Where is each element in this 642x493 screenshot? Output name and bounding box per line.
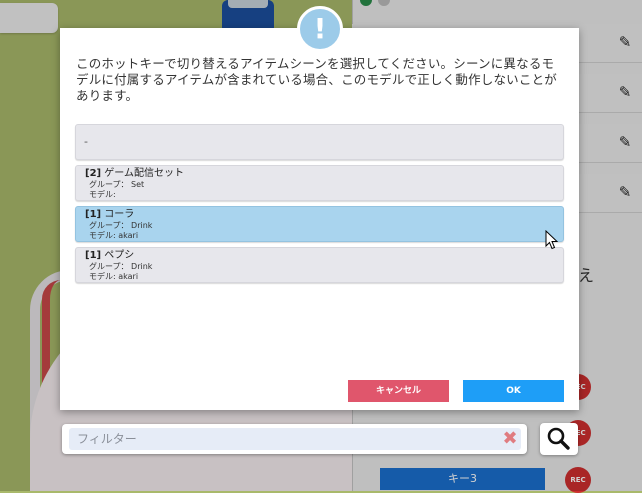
item-group: グループ： Drink	[89, 221, 153, 230]
item-model: モデル: akari	[89, 231, 139, 240]
scene-list: - [2] ゲーム配信セット グループ： Set モデル: [1] コーラ グル…	[75, 124, 566, 288]
item-group: グループ： Drink	[89, 262, 153, 271]
mouse-cursor-icon	[545, 230, 559, 250]
item-group: グループ： Set	[89, 180, 145, 189]
item-name: コーラ	[104, 209, 135, 220]
item-name: ゲーム配信セット	[104, 168, 184, 179]
item-id: [1]	[85, 250, 102, 261]
exclamation-icon: !	[297, 6, 343, 52]
list-item-selected[interactable]: [1] コーラ グループ： Drink モデル: akari	[75, 206, 564, 242]
item-id: [2]	[85, 168, 102, 179]
cancel-button[interactable]: キャンセル	[348, 380, 449, 402]
list-item-none[interactable]: -	[75, 124, 564, 160]
item-model: モデル:	[89, 190, 116, 199]
item-name: ペプシ	[104, 250, 135, 261]
scene-select-dialog: このホットキーで切り替えるアイテムシーンを選択してください。シーンに異なるモデル…	[60, 28, 579, 410]
search-icon	[547, 427, 570, 450]
item-title: -	[84, 135, 88, 148]
filter-input[interactable]	[69, 428, 521, 450]
list-item[interactable]: [1] ペプシ グループ： Drink モデル: akari	[75, 247, 564, 283]
clear-icon[interactable]: ✖	[500, 429, 520, 449]
ok-button[interactable]: OK	[463, 380, 564, 402]
dialog-message: このホットキーで切り替えるアイテムシーンを選択してください。シーンに異なるモデル…	[76, 56, 557, 103]
item-id: [1]	[85, 209, 102, 220]
item-model: モデル: akari	[89, 272, 139, 281]
item-title: [2] ゲーム配信セット	[85, 168, 184, 180]
search-button[interactable]	[540, 423, 578, 455]
filter-bar: ✖	[62, 424, 527, 454]
list-item[interactable]: [2] ゲーム配信セット グループ： Set モデル:	[75, 165, 564, 201]
item-title: [1] コーラ	[85, 209, 134, 221]
item-title: [1] ペプシ	[85, 250, 134, 262]
